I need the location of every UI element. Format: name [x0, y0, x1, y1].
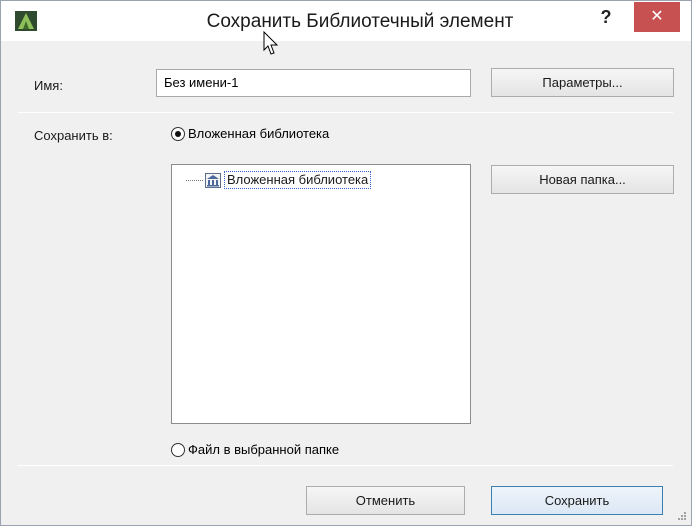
radio-file-in-folder[interactable]: Файл в выбранной папке [171, 442, 339, 457]
library-tree[interactable]: Вложенная библиотека [171, 164, 471, 424]
library-icon [205, 172, 221, 188]
tree-item-label: Вложенная библиотека [224, 171, 372, 189]
title-bar[interactable]: Сохранить Библиотечный элемент ? ✕ [1, 1, 691, 41]
close-button[interactable]: ✕ [634, 2, 680, 32]
separator-top [18, 112, 673, 113]
name-label: Имя: [34, 78, 63, 93]
window-title: Сохранить Библиотечный элемент [206, 11, 514, 32]
help-button[interactable]: ? [595, 5, 617, 29]
resize-grip-icon[interactable] [677, 511, 687, 521]
mouse-cursor-icon [263, 31, 279, 55]
parameters-button[interactable]: Параметры... [491, 68, 674, 97]
radio-embedded-library-label: Вложенная библиотека [188, 126, 330, 141]
save-button[interactable]: Сохранить [491, 486, 663, 515]
tree-connector [186, 179, 203, 181]
radio-embedded-library[interactable]: Вложенная библиотека [171, 126, 329, 141]
separator-bottom [18, 465, 673, 466]
save-library-part-dialog: Сохранить Библиотечный элемент ? ✕ Имя: … [0, 0, 692, 526]
name-input[interactable]: Без имени-1 [156, 69, 471, 97]
tree-item-embedded-library[interactable]: Вложенная библиотека [186, 171, 372, 189]
radio-file-in-folder-label: Файл в выбранной папке [188, 442, 340, 457]
radio-unchecked-icon[interactable] [171, 442, 185, 457]
cancel-button[interactable]: Отменить [306, 486, 465, 515]
new-folder-button[interactable]: Новая папка... [491, 165, 674, 194]
radio-checked-icon[interactable] [171, 126, 185, 141]
save-in-label: Сохранить в: [34, 128, 113, 143]
